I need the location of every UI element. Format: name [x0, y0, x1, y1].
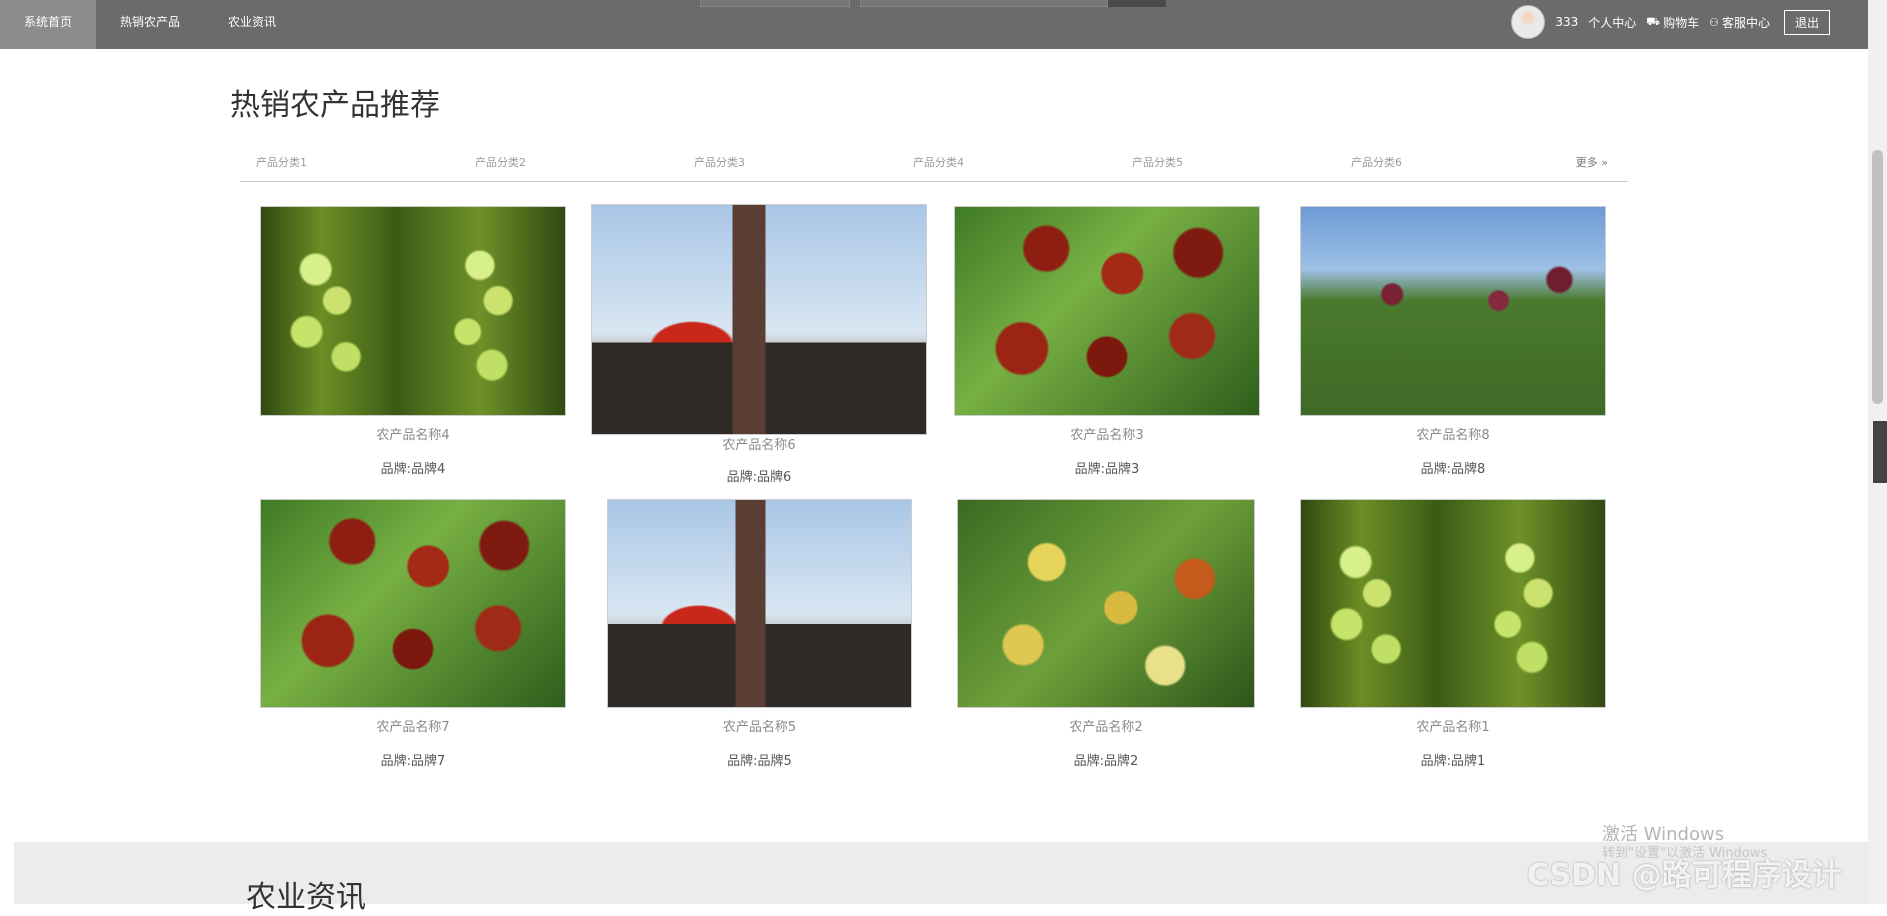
product-brand: 品牌:品牌4	[380, 462, 446, 477]
product-brand: 品牌:品牌1	[1420, 754, 1486, 769]
product-name[interactable]: 农产品名称4	[260, 424, 566, 443]
product-card[interactable]: 农产品名称1 品牌:品牌1	[1300, 499, 1606, 769]
product-image[interactable]	[607, 499, 912, 708]
side-float-tab[interactable]	[1873, 421, 1887, 483]
category-bar: 产品分类1 产品分类2 产品分类3 产品分类4 产品分类5 产品分类6 更多 »	[240, 150, 1628, 182]
category-5[interactable]: 产品分类5	[1132, 154, 1183, 170]
product-card[interactable]: 农产品名称7 品牌:品牌7	[260, 499, 566, 769]
windows-activation-title: 激活 Windows	[1602, 824, 1725, 845]
search-input-stub[interactable]	[860, 0, 1108, 7]
product-brand: 品牌:品牌7	[380, 754, 446, 769]
product-image[interactable]	[260, 499, 566, 708]
product-name[interactable]: 农产品名称8	[1300, 424, 1606, 443]
product-image[interactable]	[954, 206, 1260, 416]
category-6[interactable]: 产品分类6	[1351, 154, 1402, 170]
product-name[interactable]: 农产品名称1	[1300, 716, 1606, 735]
product-image[interactable]	[1300, 206, 1606, 416]
cart-icon: ⛟	[1646, 14, 1661, 28]
product-name[interactable]: 农产品名称3	[954, 424, 1260, 443]
product-brand: 品牌:品牌5	[727, 754, 792, 769]
product-image[interactable]	[260, 206, 566, 416]
username: 333	[1555, 15, 1579, 29]
product-card[interactable]: 农产品名称8 品牌:品牌8	[1300, 206, 1606, 477]
product-name[interactable]: 农产品名称2	[957, 716, 1255, 735]
product-card[interactable]: 农产品名称3 品牌:品牌3	[954, 206, 1260, 477]
section-title: 热销农产品推荐	[230, 88, 440, 123]
cart-label: 购物车	[1663, 15, 1700, 30]
category-2[interactable]: 产品分类2	[475, 154, 526, 170]
product-brand: 品牌:品牌6	[726, 470, 792, 485]
product-card[interactable]: 农产品名称5 品牌:品牌5	[607, 499, 912, 769]
product-card[interactable]: 农产品名称6 品牌:品牌6	[591, 204, 927, 485]
product-brand: 品牌:品牌3	[1074, 462, 1140, 477]
user-icon: ⚇	[1709, 15, 1719, 29]
more-link[interactable]: 更多 »	[1576, 154, 1608, 170]
personal-center-link[interactable]: 个人中心	[1588, 14, 1636, 31]
product-name[interactable]: 农产品名称6	[591, 434, 927, 453]
product-image[interactable]	[957, 499, 1255, 708]
search-select-stub[interactable]	[700, 0, 850, 7]
product-name[interactable]: 农产品名称7	[260, 716, 566, 735]
product-card[interactable]: 农产品名称2 品牌:品牌2	[957, 499, 1255, 769]
main-nav: 系统首页 热销农产品 农业资讯	[0, 0, 300, 49]
category-3[interactable]: 产品分类3	[694, 154, 745, 170]
cart-link[interactable]: ⛟ 购物车	[1646, 14, 1699, 31]
personal-center-label: 个人中心	[1588, 15, 1637, 30]
product-brand: 品牌:品牌8	[1420, 462, 1486, 477]
nav-item-hot-products[interactable]: 热销农产品	[96, 0, 204, 49]
product-image[interactable]	[591, 204, 927, 435]
product-card[interactable]: 农产品名称4 品牌:品牌4	[260, 206, 566, 477]
news-section-title: 农业资讯	[246, 880, 366, 915]
csdn-watermark: CSDN @路可程序设计	[1527, 858, 1842, 893]
product-name[interactable]: 农产品名称5	[607, 716, 912, 735]
product-brand: 品牌:品牌2	[1073, 754, 1139, 769]
service-center-link[interactable]: ⚇ 客服中心	[1709, 14, 1770, 31]
category-4[interactable]: 产品分类4	[913, 154, 964, 170]
nav-item-home[interactable]: 系统首页	[0, 0, 97, 49]
search-button-stub[interactable]	[1108, 0, 1166, 7]
product-image[interactable]	[1300, 499, 1606, 708]
scrollbar-thumb[interactable]	[1872, 150, 1883, 404]
avatar[interactable]	[1511, 5, 1546, 39]
top-navbar: 系统首页 热销农产品 农业资讯 333 个人中心 ⛟ 购物车 ⚇ 客服中心 退出	[0, 0, 1868, 49]
category-1[interactable]: 产品分类1	[256, 154, 307, 170]
service-center-label: 客服中心	[1721, 15, 1770, 30]
user-area: 333 个人中心 ⛟ 购物车 ⚇ 客服中心 退出	[1511, 0, 1830, 44]
logout-button[interactable]: 退出	[1783, 9, 1830, 35]
nav-item-agri-news[interactable]: 农业资讯	[204, 0, 300, 49]
